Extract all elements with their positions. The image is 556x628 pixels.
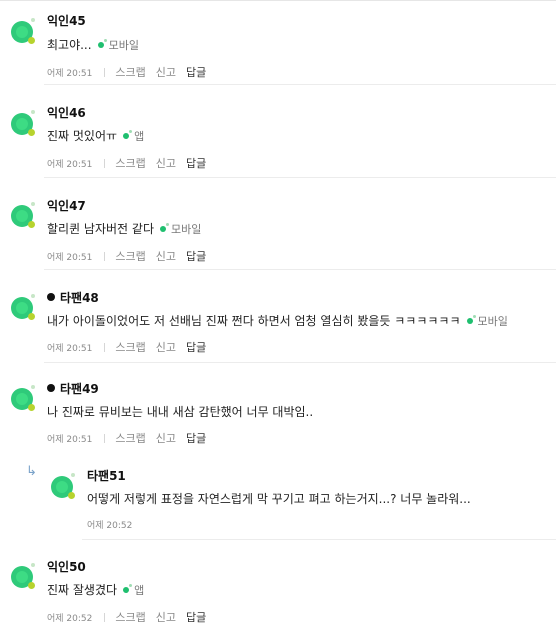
device-badge: 앱 (123, 582, 144, 598)
avatar-icon[interactable] (11, 110, 35, 136)
device-badge: 모바일 (466, 313, 508, 329)
comment-meta: 어제 20:52 스크랩 신고 답글 (47, 609, 216, 625)
device-badge: 모바일 (97, 37, 139, 53)
comment-item: 익인50 진짜 잘생겼다 앱 어제 20:52 스크랩 신고 답글 (0, 540, 556, 628)
reply-button[interactable]: 답글 (186, 339, 206, 355)
avatar-icon[interactable] (11, 202, 35, 228)
comment-item: 익인46 진짜 멋있어ㅠ 앱 어제 20:51 스크랩 신고 답글 (0, 85, 556, 178)
avatar-icon[interactable] (11, 294, 35, 320)
scrap-button[interactable]: 스크랩 (115, 609, 145, 625)
comment-time: 어제 20:52 (47, 614, 93, 624)
comment-text: 진짜 잘생겼다 앱 (47, 582, 145, 598)
report-button[interactable]: 신고 (156, 64, 176, 80)
report-button[interactable]: 신고 (156, 430, 176, 446)
comment-author[interactable]: 타팬49 (47, 380, 99, 397)
comment-item: 타팬49 나 진짜로 뮤비보는 내내 새삼 감탄했어 너무 대박임.. 어제 2… (0, 363, 556, 455)
comment-text: 최고야... 모바일 (47, 37, 139, 53)
device-badge: 모바일 (160, 221, 201, 237)
device-dot-icon (466, 315, 476, 324)
device-dot-icon (97, 39, 107, 48)
report-button[interactable]: 신고 (156, 609, 176, 625)
device-badge: 앱 (123, 128, 144, 144)
comment-time: 어제 20:52 (87, 521, 133, 531)
comment-author[interactable]: 익인50 (47, 558, 86, 575)
avatar-icon[interactable] (11, 18, 35, 44)
comment-author[interactable]: 타팬48 (47, 289, 99, 306)
comment-meta: 어제 20:51 스크랩 신고 답글 (47, 339, 216, 355)
bullet-icon (47, 293, 55, 301)
comment-text: 할리퀸 남자버전 같다 모바일 (47, 221, 202, 237)
comment-text: 내가 아이돌이었어도 저 선배님 진짜 쩐다 하면서 엄청 열심히 봤을듯 ㅋㅋ… (47, 313, 508, 329)
comment-meta: 어제 20:52 (87, 518, 132, 531)
report-button[interactable]: 신고 (156, 248, 176, 264)
comment-text: 진짜 멋있어ㅠ 앱 (47, 128, 145, 144)
device-dot-icon (123, 584, 133, 593)
comment-author[interactable]: 익인45 (47, 12, 86, 29)
comment-meta: 어제 20:51 스크랩 신고 답글 (47, 248, 216, 264)
reply-button[interactable]: 답글 (186, 430, 206, 446)
scrap-button[interactable]: 스크랩 (115, 339, 145, 355)
avatar-icon[interactable] (51, 473, 75, 499)
reply-arrow-icon: ↳ (26, 464, 37, 479)
comment-text: 나 진짜로 뮤비보는 내내 새삼 감탄했어 너무 대박임.. (47, 405, 314, 419)
bullet-icon (47, 384, 55, 392)
comment-author[interactable]: 익인47 (47, 197, 86, 214)
device-dot-icon (160, 223, 169, 232)
report-button[interactable]: 신고 (156, 339, 176, 355)
comment-time: 어제 20:51 (47, 253, 93, 263)
reply-button[interactable]: 답글 (186, 64, 206, 80)
comment-item: 익인47 할리퀸 남자버전 같다 모바일 어제 20:51 스크랩 신고 답글 (0, 178, 556, 270)
scrap-button[interactable]: 스크랩 (115, 248, 145, 264)
comment-item: 익인45 최고야... 모바일 어제 20:51 스크랩 신고 답글 (0, 1, 556, 85)
avatar-icon[interactable] (11, 563, 35, 589)
comment-author[interactable]: 타팬51 (87, 467, 126, 484)
comment-meta: 어제 20:51 스크랩 신고 답글 (47, 430, 216, 446)
comment-time: 어제 20:51 (47, 160, 93, 170)
scrap-button[interactable]: 스크랩 (115, 430, 145, 446)
comment-time: 어제 20:51 (47, 344, 93, 354)
comment-time: 어제 20:51 (47, 69, 93, 79)
avatar-icon[interactable] (11, 385, 35, 411)
reply-comment-item: ↳ 타팬51 어떻게 저렇게 표정을 자연스럽게 막 꾸기고 펴고 하는거지..… (0, 455, 556, 540)
scrap-button[interactable]: 스크랩 (115, 64, 145, 80)
comment-author[interactable]: 익인46 (47, 104, 86, 121)
comment-item: 타팬48 내가 아이돌이었어도 저 선배님 진짜 쩐다 하면서 엄청 열심히 봤… (0, 270, 556, 363)
device-dot-icon (123, 130, 133, 139)
comment-meta: 어제 20:51 스크랩 신고 답글 (47, 155, 216, 171)
comment-time: 어제 20:51 (47, 435, 93, 445)
report-button[interactable]: 신고 (156, 155, 176, 171)
reply-button[interactable]: 답글 (186, 609, 206, 625)
comment-meta: 어제 20:51 스크랩 신고 답글 (47, 64, 216, 80)
reply-button[interactable]: 답글 (186, 155, 206, 171)
reply-button[interactable]: 답글 (186, 248, 206, 264)
scrap-button[interactable]: 스크랩 (115, 155, 145, 171)
comment-text: 어떻게 저렇게 표정을 자연스럽게 막 꾸기고 펴고 하는거지...? 너무 놀… (87, 492, 471, 506)
